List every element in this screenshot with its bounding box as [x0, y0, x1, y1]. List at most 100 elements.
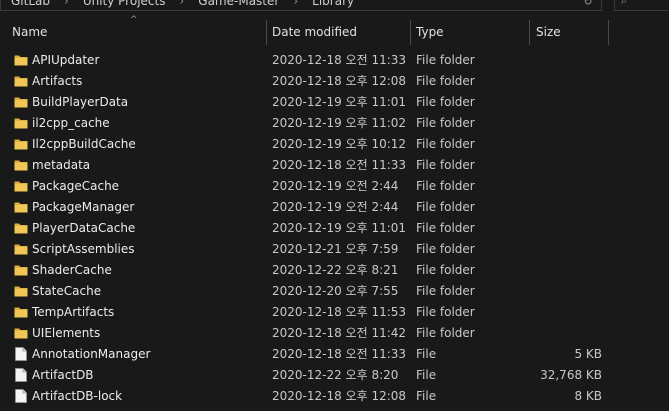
list-item[interactable]: BuildPlayerData 2020-12-19 오후 11:01 File f… — [0, 92, 669, 113]
item-type: File folder — [416, 116, 475, 130]
folder-icon — [14, 302, 28, 323]
column-header-name[interactable]: Name — [12, 14, 47, 45]
list-item[interactable]: ArtifactDB-lock 2020-12-18 오후 12:08 File 8 … — [0, 386, 669, 407]
column-divider[interactable] — [608, 20, 609, 45]
folder-icon — [14, 71, 28, 92]
refresh-icon[interactable]: ↻ — [579, 0, 597, 9]
item-date-modified: 2020-12-18 오후 12:08 — [272, 74, 407, 88]
column-header-type[interactable]: Type — [416, 14, 444, 45]
item-type: File folder — [416, 242, 475, 256]
item-date-modified: 2020-12-19 오전 2:44 — [272, 200, 399, 214]
list-item[interactable]: ScriptAssemblies 2020-12-21 오후 7:59 File f… — [0, 239, 669, 260]
address-bar[interactable]: GitLab › Unity Projects › Game-Master › Librar… — [0, 0, 602, 11]
list-item[interactable]: metadata 2020-12-18 오전 11:33 File folder — [0, 155, 669, 176]
item-size: 32,768 KB — [540, 368, 602, 382]
item-date-modified: 2020-12-20 오후 7:55 — [272, 284, 399, 298]
column-header-size[interactable]: Size — [536, 14, 561, 45]
breadcrumb-separator-icon: › — [64, 0, 69, 8]
item-type: File folder — [416, 200, 475, 214]
item-date-modified: 2020-12-19 오후 10:12 — [272, 137, 407, 151]
folder-icon — [14, 134, 28, 155]
search-icon: ⌕ — [621, 0, 628, 7]
item-name: StateCache — [32, 284, 102, 298]
item-name: ScriptAssemblies — [32, 242, 135, 256]
item-size: 5 KB — [574, 347, 602, 361]
item-date-modified: 2020-12-18 오후 11:53 — [272, 305, 407, 319]
item-name: APIUpdater — [32, 53, 100, 67]
breadcrumb-library[interactable]: Library — [312, 0, 354, 8]
list-item[interactable]: PackageManager 2020-12-19 오전 2:44 File fol… — [0, 197, 669, 218]
folder-icon — [14, 323, 28, 344]
item-date-modified: 2020-12-19 오후 11:01 — [272, 95, 407, 109]
item-name: UIElements — [32, 326, 101, 340]
column-header-date-modified[interactable]: Date modified — [272, 14, 357, 45]
list-item[interactable]: PlayerDataCache 2020-12-19 오후 11:01 File f… — [0, 218, 669, 239]
folder-icon — [14, 155, 28, 176]
item-date-modified: 2020-12-19 오후 11:02 — [272, 116, 407, 130]
folder-icon — [14, 239, 28, 260]
item-type: File folder — [416, 305, 475, 319]
item-name: ShaderCache — [32, 263, 112, 277]
list-item[interactable]: StateCache 2020-12-20 오후 7:55 File folder — [0, 281, 669, 302]
item-type: File folder — [416, 53, 475, 67]
list-item[interactable]: PackageCache 2020-12-19 오전 2:44 File folde… — [0, 176, 669, 197]
item-name: PlayerDataCache — [32, 221, 136, 235]
file-icon — [14, 344, 28, 365]
item-type: File folder — [416, 221, 475, 235]
item-size: 8 KB — [574, 389, 602, 403]
item-date-modified: 2020-12-18 오전 11:42 — [272, 326, 407, 340]
item-name: PackageCache — [32, 179, 120, 193]
sort-ascending-icon: ^ — [130, 15, 138, 25]
file-icon — [14, 365, 28, 386]
item-name: Il2cppBuildCache — [32, 137, 136, 151]
list-item[interactable]: il2cpp_cache 2020-12-19 오후 11:02 File fold… — [0, 113, 669, 134]
item-type: File folder — [416, 263, 475, 277]
item-date-modified: 2020-12-18 오후 12:08 — [272, 389, 407, 403]
folder-icon — [14, 50, 28, 71]
list-item[interactable]: UIElements 2020-12-18 오전 11:42 File folder — [0, 323, 669, 344]
list-item[interactable]: ShaderCache 2020-12-22 오후 8:21 File folder — [0, 260, 669, 281]
item-type: File folder — [416, 179, 475, 193]
item-name: TempArtifacts — [32, 305, 115, 319]
file-icon — [14, 386, 28, 407]
item-type: File folder — [416, 74, 475, 88]
list-item[interactable]: Il2cppBuildCache 2020-12-19 오후 10:12 File … — [0, 134, 669, 155]
search-input[interactable]: ⌕ — [614, 0, 669, 11]
folder-icon — [14, 218, 28, 239]
item-type: File folder — [416, 284, 475, 298]
list-item[interactable]: TempArtifacts 2020-12-18 오후 11:53 File fol… — [0, 302, 669, 323]
item-type: File — [416, 368, 437, 382]
item-name: BuildPlayerData — [32, 95, 129, 109]
item-name: metadata — [32, 158, 91, 172]
breadcrumb-unity-projects[interactable]: Unity Projects — [83, 0, 166, 8]
item-date-modified: 2020-12-22 오후 8:20 — [272, 368, 399, 382]
item-date-modified: 2020-12-22 오후 8:21 — [272, 263, 399, 277]
item-name: il2cpp_cache — [32, 116, 110, 130]
breadcrumb-game-master[interactable]: Game-Master — [198, 0, 279, 8]
breadcrumb-gitlab[interactable]: GitLab — [11, 0, 50, 8]
address-bar-strip: GitLab › Unity Projects › Game-Master › Librar… — [0, 0, 669, 14]
item-date-modified: 2020-12-18 오전 11:33 — [272, 53, 407, 67]
folder-icon — [14, 197, 28, 218]
list-item[interactable]: APIUpdater 2020-12-18 오전 11:33 File folder — [0, 50, 669, 71]
folder-icon — [14, 92, 28, 113]
list-item[interactable]: Artifacts 2020-12-18 오후 12:08 File folder — [0, 71, 669, 92]
item-date-modified: 2020-12-19 오전 2:44 — [272, 179, 399, 193]
item-date-modified: 2020-12-18 오전 11:33 — [272, 158, 407, 172]
item-type: File folder — [416, 137, 475, 151]
breadcrumb-separator-icon: › — [293, 0, 299, 8]
column-header-row: ^ Name Date modified Type Size — [0, 14, 669, 45]
list-item[interactable]: ArtifactDB 2020-12-22 오후 8:20 File 32,768 K… — [0, 365, 669, 386]
breadcrumb-separator-icon: › — [179, 0, 185, 8]
item-name: PackageManager — [32, 200, 135, 214]
column-divider[interactable] — [266, 20, 267, 45]
item-date-modified: 2020-12-19 오후 11:01 — [272, 221, 407, 235]
column-divider[interactable] — [529, 20, 530, 45]
column-divider[interactable] — [410, 20, 411, 45]
item-date-modified: 2020-12-21 오후 7:59 — [272, 242, 399, 256]
folder-icon — [14, 113, 28, 134]
item-name: ArtifactDB-lock — [32, 389, 123, 403]
list-item[interactable]: AnnotationManager 2020-12-18 오전 11:33 File… — [0, 344, 669, 365]
item-name: Artifacts — [32, 74, 83, 88]
file-list: APIUpdater 2020-12-18 오전 11:33 File folder… — [0, 50, 669, 407]
